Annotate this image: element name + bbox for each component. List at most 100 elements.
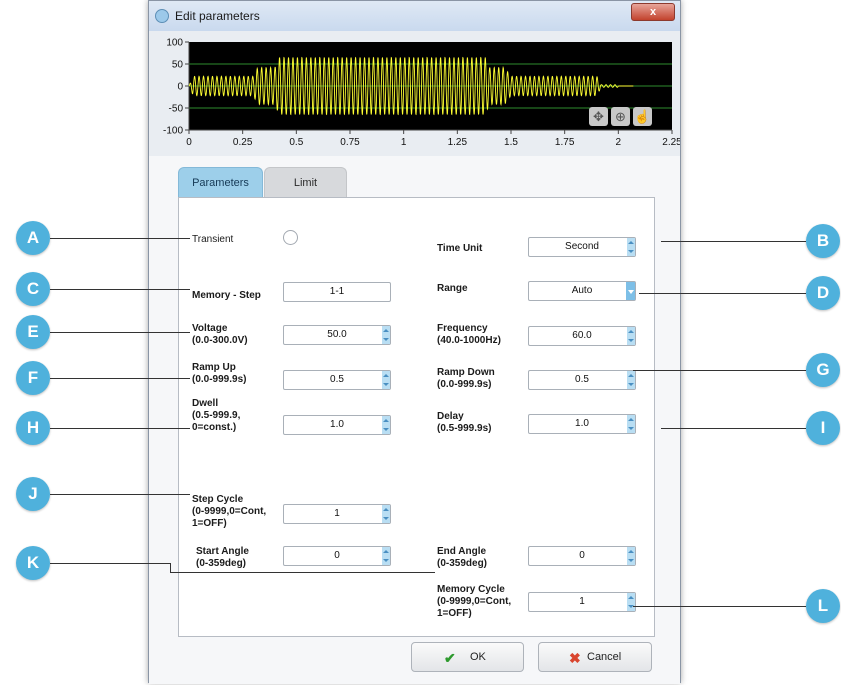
delay-label-line2: (0.5-999.9s) <box>437 423 492 434</box>
start-angle-stepper[interactable]: 0 <box>283 546 391 566</box>
ramp-up-label: Ramp Up (0.0-999.9s) <box>192 362 246 386</box>
step-cycle-label-line2: (0-9999,0=Cont, <box>192 506 267 517</box>
ok-label: OK <box>470 651 486 663</box>
memory-step-label: Memory - Step <box>192 290 261 301</box>
x-tick-label: 0.25 <box>233 137 253 148</box>
memory-cycle-spin-icon[interactable] <box>627 593 635 611</box>
memory-cycle-label: Memory Cycle (0-9999,0=Cont, 1=OFF) <box>437 584 511 620</box>
ramp-up-label-line2: (0.0-999.9s) <box>192 374 247 385</box>
step-cycle-value: 1 <box>334 508 340 519</box>
callout-f: F <box>16 361 50 395</box>
dwell-stepper[interactable]: 1.0 <box>283 415 391 435</box>
callout-line-h <box>50 428 190 429</box>
transient-radio[interactable] <box>283 230 298 245</box>
callout-line-j <box>50 494 190 495</box>
range-dropdown[interactable]: Auto <box>528 281 636 301</box>
callout-k: K <box>16 546 50 580</box>
callout-e: E <box>16 315 50 349</box>
callout-h: H <box>16 411 50 445</box>
dwell-label: Dwell (0.5-999.9, 0=const.) <box>192 398 240 434</box>
memory-cycle-stepper[interactable]: 1 <box>528 592 636 612</box>
start-angle-label-line2: (0-359deg) <box>196 558 247 569</box>
delay-spin-icon[interactable] <box>627 415 635 433</box>
cancel-label: Cancel <box>587 651 622 663</box>
callout-a: A <box>16 221 50 255</box>
y-tick-label: -100 <box>163 126 183 137</box>
ramp-down-stepper[interactable]: 0.5 <box>528 370 636 390</box>
delay-value: 1.0 <box>575 418 589 429</box>
chevron-down-icon[interactable] <box>626 282 635 300</box>
step-cycle-label: Step Cycle (0-9999,0=Cont, 1=OFF) <box>192 494 266 530</box>
y-tick-label: 50 <box>172 60 184 71</box>
dwell-label-line3: 0=const.) <box>192 422 237 433</box>
time-unit-spin-icon[interactable] <box>627 238 635 256</box>
frequency-spin-icon[interactable] <box>627 327 635 345</box>
callout-line-k-bottom <box>170 572 435 573</box>
time-unit-select[interactable]: Second <box>528 237 636 257</box>
delay-stepper[interactable]: 1.0 <box>528 414 636 434</box>
callout-j: J <box>16 477 50 511</box>
voltage-spin-icon[interactable] <box>382 326 390 344</box>
ramp-down-spin-icon[interactable] <box>627 371 635 389</box>
step-cycle-label-line1: Step Cycle <box>192 494 244 505</box>
step-cycle-stepper[interactable]: 1 <box>283 504 391 524</box>
ramp-up-label-line1: Ramp Up <box>192 362 236 373</box>
voltage-value: 50.0 <box>327 329 347 340</box>
ramp-down-label-line1: Ramp Down <box>437 367 495 378</box>
ramp-down-label-line2: (0.0-999.9s) <box>437 379 492 390</box>
pan-icon[interactable]: ✥ <box>589 107 608 126</box>
callout-line-l <box>633 606 806 607</box>
ramp-up-value: 0.5 <box>330 374 344 385</box>
start-angle-spin-icon[interactable] <box>382 547 390 565</box>
callout-line-a <box>50 238 190 239</box>
callout-l: L <box>806 589 840 623</box>
callout-i: I <box>806 411 840 445</box>
x-tick-label: 0.5 <box>289 137 303 148</box>
waveform-chart: 100 50 0 -50 -100 0 0.25 0.5 0.75 1 1.25 1.5 1.75 2 2.… <box>149 31 680 156</box>
voltage-label: Voltage (0.0-300.0V) <box>192 323 248 347</box>
memory-step-field[interactable]: 1-1 <box>283 282 391 302</box>
x-tick-label: 2 <box>616 137 622 148</box>
range-label: Range <box>437 283 468 294</box>
x-tick-label: 0.75 <box>340 137 360 148</box>
end-angle-spin-icon[interactable] <box>627 547 635 565</box>
step-cycle-spin-icon[interactable] <box>382 505 390 523</box>
voltage-stepper[interactable]: 50.0 <box>283 325 391 345</box>
callout-line-e <box>50 332 190 333</box>
transient-label: Transient <box>192 234 234 245</box>
ok-button[interactable]: ✔ OK <box>411 642 524 672</box>
tab-limit[interactable]: Limit <box>264 167 347 198</box>
end-angle-label-line2: (0-359deg) <box>437 558 488 569</box>
app-icon <box>155 9 169 23</box>
step-cycle-label-line3: 1=OFF) <box>192 518 227 529</box>
dwell-spin-icon[interactable] <box>382 416 390 434</box>
zoom-icon[interactable]: ⊕ <box>611 107 630 126</box>
start-angle-label-line1: Start Angle <box>196 546 249 557</box>
ramp-up-stepper[interactable]: 0.5 <box>283 370 391 390</box>
frequency-label: Frequency (40.0-1000Hz) <box>437 323 501 347</box>
start-angle-label: Start Angle (0-359deg) <box>196 546 249 570</box>
end-angle-stepper[interactable]: 0 <box>528 546 636 566</box>
callout-d: D <box>806 276 840 310</box>
frequency-stepper[interactable]: 60.0 <box>528 326 636 346</box>
memory-cycle-value: 1 <box>579 596 585 607</box>
title-bar: Edit parameters x <box>149 1 680 31</box>
callout-line-i <box>661 428 806 429</box>
frequency-label-line1: Frequency <box>437 323 488 334</box>
ramp-up-spin-icon[interactable] <box>382 371 390 389</box>
tab-parameters[interactable]: Parameters <box>178 167 263 198</box>
y-tick-label: 0 <box>177 82 183 93</box>
memory-cycle-label-line2: (0-9999,0=Cont, <box>437 596 512 607</box>
cancel-button[interactable]: ✖ Cancel <box>538 642 652 672</box>
ramp-down-label: Ramp Down (0.0-999.9s) <box>437 367 495 391</box>
x-tick-label: 1.75 <box>555 137 575 148</box>
delay-label: Delay (0.5-999.9s) <box>437 411 491 435</box>
end-angle-label-line1: End Angle <box>437 546 487 557</box>
range-value: Auto <box>571 285 593 296</box>
close-button[interactable]: x <box>631 3 675 21</box>
dwell-label-line1: Dwell <box>192 398 219 409</box>
frequency-label-line2: (40.0-1000Hz) <box>437 335 501 346</box>
checkmark-icon: ✔ <box>444 650 456 666</box>
hand-icon[interactable]: ☝ <box>633 107 652 126</box>
x-tick-label: 1.5 <box>504 137 518 148</box>
